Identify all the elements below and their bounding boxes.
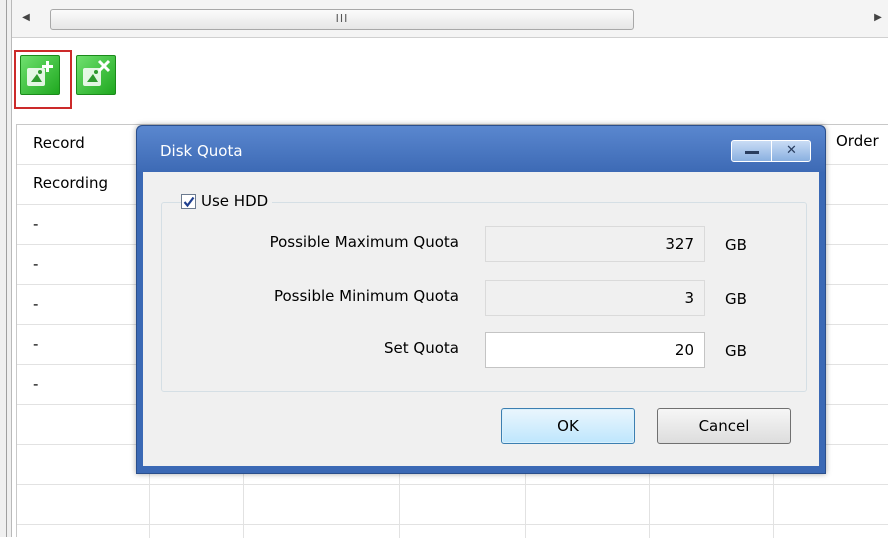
checkmark-icon: [183, 196, 195, 207]
horizontal-scrollbar[interactable]: ◀ III ▶: [12, 0, 888, 38]
set-quota-input[interactable]: 20: [485, 332, 705, 368]
max-quota-label: Possible Maximum Quota: [269, 233, 459, 251]
table-cell[interactable]: Recording: [33, 174, 108, 192]
add-camera-icon: [27, 61, 53, 86]
use-hdd-label: Use HDD: [201, 192, 269, 210]
use-hdd-checkbox-row[interactable]: Use HDD: [181, 192, 273, 210]
min-quota-unit: GB: [725, 290, 747, 308]
table-cell[interactable]: -: [33, 335, 38, 353]
min-quota-label: Possible Minimum Quota: [273, 287, 459, 305]
dialog-titlebar[interactable]: Disk Quota ✕: [137, 126, 825, 172]
min-quota-row: Possible Minimum Quota 3 GB: [143, 280, 819, 316]
toolbar: [12, 50, 212, 114]
max-quota-field: 327: [485, 226, 705, 262]
set-quota-row: Set Quota 20 GB: [143, 332, 819, 368]
remove-camera-icon: [83, 59, 111, 86]
table-row: [17, 485, 888, 525]
disk-quota-dialog: Disk Quota ✕ Use HDD Possible Maximum Qu…: [136, 125, 826, 474]
remove-camera-button[interactable]: [76, 55, 116, 95]
scrollbar-grip: III: [335, 12, 349, 25]
dialog-body: Use HDD Possible Maximum Quota 327 GB Po…: [143, 172, 819, 466]
column-header-order[interactable]: Order: [836, 132, 879, 150]
ok-button[interactable]: OK: [501, 408, 635, 444]
close-button[interactable]: ✕: [773, 141, 810, 161]
window-left-border: [0, 0, 12, 537]
minimize-button[interactable]: [732, 141, 772, 161]
minimize-icon: [744, 151, 759, 154]
max-quota-unit: GB: [725, 236, 747, 254]
set-quota-label: Set Quota: [384, 339, 459, 357]
close-icon: ✕: [786, 143, 797, 158]
table-cell[interactable]: -: [33, 295, 38, 313]
table-cell[interactable]: -: [33, 215, 38, 233]
column-header-record[interactable]: Record: [33, 134, 85, 152]
table-cell[interactable]: -: [33, 255, 38, 273]
table-cell[interactable]: -: [33, 375, 38, 393]
use-hdd-checkbox[interactable]: [181, 193, 196, 209]
scroll-left-arrow-icon[interactable]: ◀: [16, 8, 36, 28]
add-camera-button[interactable]: [20, 55, 60, 95]
set-quota-unit: GB: [725, 342, 747, 360]
dialog-title: Disk Quota: [160, 142, 243, 160]
max-quota-row: Possible Maximum Quota 327 GB: [143, 226, 819, 262]
cancel-button[interactable]: Cancel: [657, 408, 791, 444]
scroll-right-arrow-icon[interactable]: ▶: [872, 8, 884, 28]
window-controls: ✕: [731, 140, 811, 162]
min-quota-field: 3: [485, 280, 705, 316]
scrollbar-thumb[interactable]: III: [50, 9, 634, 30]
